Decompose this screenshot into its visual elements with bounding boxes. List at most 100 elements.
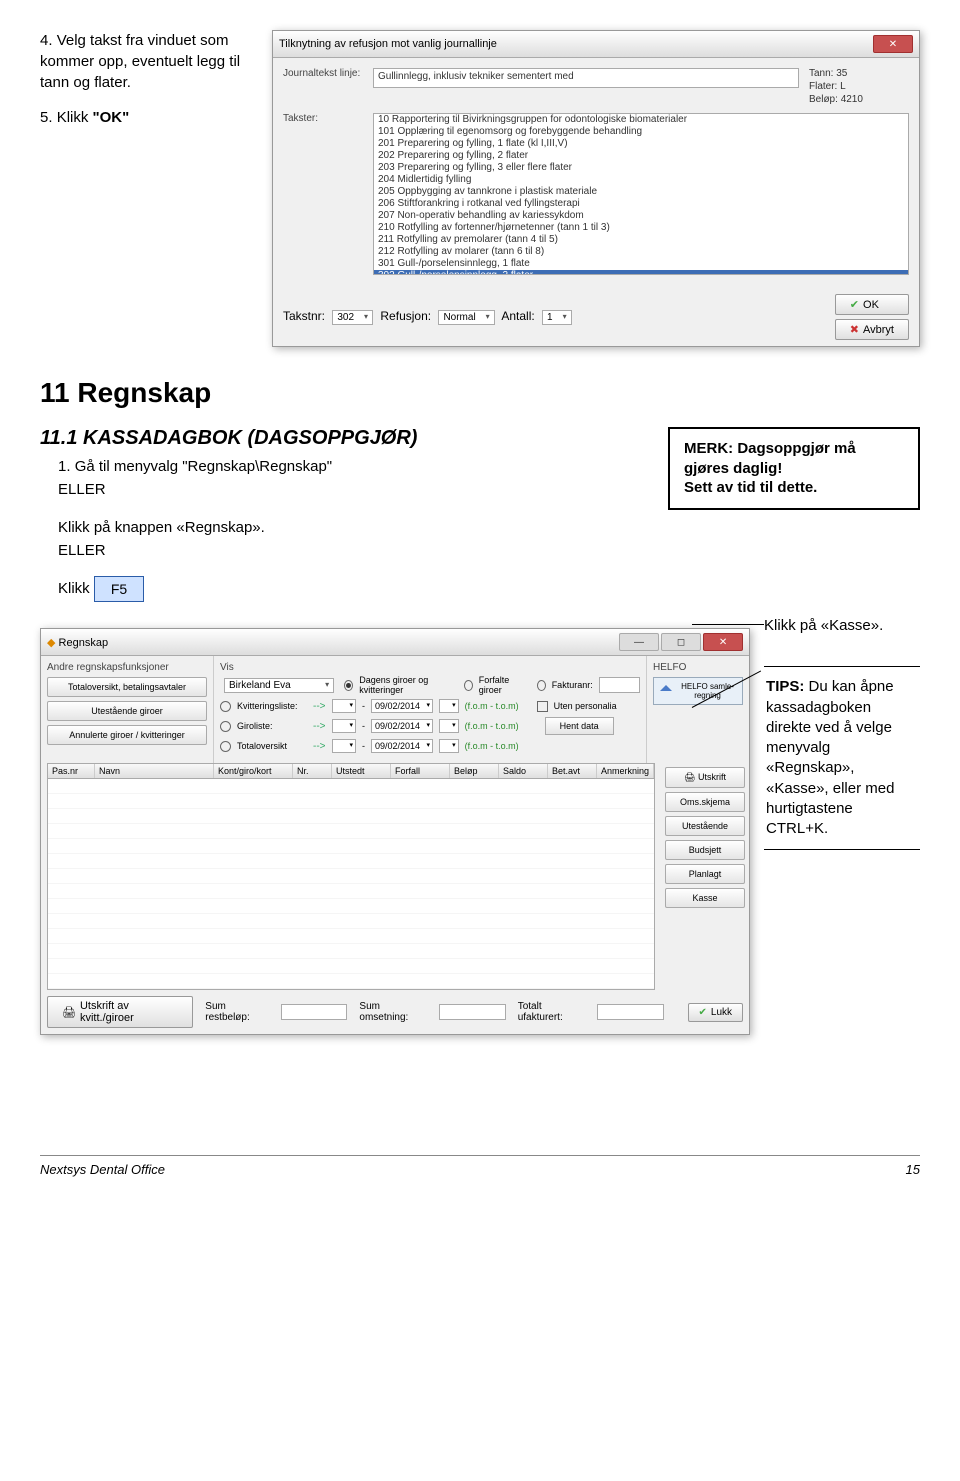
takster-item[interactable]: 203 Preparering og fylling, 3 eller fler… (374, 162, 908, 174)
col-pasnr[interactable]: Pas.nr (48, 764, 95, 778)
takster-item[interactable]: 205 Oppbygging av tannkrone i plastisk m… (374, 186, 908, 198)
uten-pers-label: Uten personalia (554, 701, 617, 711)
takstnr-select[interactable]: 302 (332, 310, 373, 325)
date-picker-icon[interactable] (439, 699, 459, 713)
utestaende-side-button[interactable]: Utestående (665, 816, 745, 836)
radio-faktura-label: Fakturanr: (552, 680, 593, 690)
date-picker-icon[interactable] (439, 739, 459, 753)
takster-item[interactable]: 202 Preparering og fylling, 2 flater (374, 150, 908, 162)
col-utstedt[interactable]: Utstedt (332, 764, 391, 778)
refusjon-select[interactable]: Normal (438, 310, 494, 325)
col-belop[interactable]: Beløp (450, 764, 499, 778)
sumrest-value (281, 1004, 347, 1020)
eller-2: ELLER (58, 542, 106, 559)
sumrest-label: Sum restbeløp: (205, 1001, 269, 1023)
app-icon: ◆ (47, 637, 55, 649)
col-kont[interactable]: Kont/giro/kort (214, 764, 293, 778)
planlagt-button[interactable]: Planlagt (665, 864, 745, 884)
antall-select[interactable]: 1 (542, 310, 572, 325)
date-to[interactable]: 09/02/2014 (371, 719, 433, 733)
col-betavt[interactable]: Bet.avt (548, 764, 597, 778)
body1-num: 1. (58, 458, 71, 475)
takster-item[interactable]: 207 Non-operativ behandling av kariessyk… (374, 210, 908, 222)
date-to[interactable]: 09/02/2014 (371, 699, 433, 713)
tann-label: Tann: (809, 68, 833, 79)
radio-dagens[interactable] (344, 680, 353, 691)
dialog-title: Tilknytning av refusjon mot vanlig journ… (279, 38, 497, 50)
uten-pers-checkbox[interactable] (537, 701, 548, 712)
footer-left: Nextsys Dental Office (40, 1162, 165, 1177)
omsskjema-button[interactable]: Oms.skjema (665, 792, 745, 812)
takster-item[interactable]: 206 Stiftforankring i rotkanal ved fylli… (374, 198, 908, 210)
radio-total[interactable] (220, 741, 231, 752)
takster-item[interactable]: 212 Rotfylling av molarer (tann 6 til 8) (374, 246, 908, 258)
hent-data-button[interactable]: Hent data (545, 717, 614, 735)
annulerte-button[interactable]: Annulerte giroer / kvitteringer (47, 725, 207, 745)
close-icon[interactable]: ✕ (703, 633, 743, 651)
takster-item[interactable]: 211 Rotfylling av premolarer (tann 4 til… (374, 234, 908, 246)
lukk-button[interactable]: ✔Lukk (688, 1003, 744, 1022)
col-forfall[interactable]: Forfall (391, 764, 450, 778)
takster-item-selected[interactable]: 302 Gull-/porselensinnlegg, 2 flater (374, 270, 908, 275)
radio-forfalte[interactable] (464, 680, 473, 691)
tips-prefix: TIPS: (766, 678, 804, 695)
section-11-1-title: 11.1 KASSADAGBOK (DAGSOPPGJØR) (40, 427, 648, 450)
utskrift-kvitt-button[interactable]: 🖨Utskrift av kvitt./giroer (47, 996, 193, 1028)
radio-faktura[interactable] (537, 680, 546, 691)
left-header: Andre regnskapsfunksjoner (47, 662, 207, 673)
date-from[interactable] (332, 719, 357, 733)
printer-icon: 🖨 (62, 1006, 76, 1019)
totaloversikt-button[interactable]: Totaloversikt, betalingsavtaler (47, 677, 207, 697)
radio-dagens-label: Dagens giroer og kvitteringer (359, 675, 450, 695)
jt-label: Journaltekst linje: (283, 68, 373, 79)
utestaende-button[interactable]: Utestående giroer (47, 701, 207, 721)
budsjett-button[interactable]: Budsjett (665, 840, 745, 860)
belop-value: 4210 (841, 94, 863, 105)
jt-field[interactable]: Gullinnlegg, inklusiv tekniker sementert… (373, 68, 799, 88)
minimize-icon[interactable]: — (619, 633, 659, 651)
takster-item[interactable]: 301 Gull-/porselensinnlegg, 1 flate (374, 258, 908, 270)
utskrift-button[interactable]: 🖨 Utskrift (665, 767, 745, 788)
name-select[interactable]: Birkeland Eva (224, 678, 334, 693)
helfo-button[interactable]: HELFO samle-regning (653, 677, 743, 705)
kasse-button[interactable]: Kasse (665, 888, 745, 908)
table-body[interactable] (48, 779, 654, 989)
date-from[interactable] (332, 739, 357, 753)
takster-item[interactable]: 101 Opplæring til egenomsorg og forebygg… (374, 126, 908, 138)
takster-item[interactable]: 210 Rotfylling av fortenner/hjørnetenner… (374, 222, 908, 234)
takstnr-label: Takstnr: (283, 309, 325, 323)
ok-button[interactable]: ✔OK (835, 294, 909, 315)
fakturanr-input[interactable] (599, 677, 640, 693)
col-saldo[interactable]: Saldo (499, 764, 548, 778)
vis-header: Vis (220, 662, 640, 673)
radio-giro[interactable] (220, 721, 231, 732)
takster-item[interactable]: 10 Rapportering til Bivirkningsgruppen f… (374, 114, 908, 126)
giro-label: Giroliste: (237, 721, 307, 731)
radio-forfalte-label: Forfalte giroer (479, 675, 523, 695)
step4-text: Velg takst fra vinduet som kommer opp, e… (40, 32, 240, 91)
body2-text: Klikk på knappen «Regnskap». (58, 519, 265, 536)
check-icon: ✔ (850, 298, 859, 311)
merk-line1: MERK: Dagsoppgjør må gjøres daglig! (684, 440, 856, 477)
takster-item[interactable]: 201 Preparering og fylling, 1 flate (kl … (374, 138, 908, 150)
regwin-title: Regnskap (59, 637, 109, 649)
date-to[interactable]: 09/02/2014 (371, 739, 433, 753)
date-picker-icon[interactable] (439, 719, 459, 733)
close-icon[interactable]: ✕ (873, 35, 913, 53)
col-anm[interactable]: Anmerkning (597, 764, 654, 778)
col-nr[interactable]: Nr. (293, 764, 332, 778)
date-from[interactable] (332, 699, 357, 713)
data-table: Pas.nr Navn Kont/giro/kort Nr. Utstedt F… (47, 763, 655, 990)
radio-kvitt[interactable] (220, 701, 231, 712)
flater-label: Flater: (809, 81, 837, 92)
kvitt-label: Kvitteringsliste: (237, 701, 307, 711)
merk-note: MERK: Dagsoppgjør må gjøres daglig! Sett… (668, 427, 920, 510)
takster-label: Takster: (283, 113, 373, 124)
takster-item[interactable]: 204 Midlertidig fylling (374, 174, 908, 186)
col-navn[interactable]: Navn (95, 764, 214, 778)
flater-value: L (840, 81, 846, 92)
maximize-icon[interactable]: ◻ (661, 633, 701, 651)
refusjon-label: Refusjon: (380, 309, 431, 323)
takster-list[interactable]: 10 Rapportering til Bivirkningsgruppen f… (373, 113, 909, 275)
avbryt-button[interactable]: ✖Avbryt (835, 319, 909, 340)
